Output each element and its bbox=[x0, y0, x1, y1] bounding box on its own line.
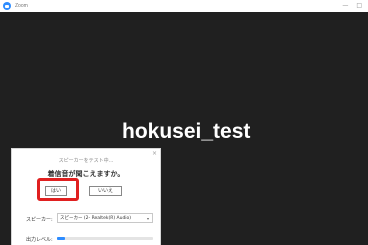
window-controls: — □ bbox=[342, 1, 362, 11]
yes-button[interactable]: はい bbox=[45, 186, 67, 196]
participant-name: hokusei_test bbox=[122, 120, 251, 143]
no-button[interactable]: いいえ bbox=[89, 186, 122, 196]
speaker-label: スピーカー: bbox=[26, 217, 53, 223]
ringtone-question: 着信音が聞こえますか。 bbox=[47, 170, 125, 178]
close-icon[interactable]: × bbox=[152, 150, 157, 157]
window-title: Zoom bbox=[15, 3, 28, 9]
maximize-button[interactable]: □ bbox=[356, 1, 362, 11]
zoom-logo-icon bbox=[3, 2, 11, 10]
minimize-button[interactable]: — bbox=[342, 1, 348, 11]
window-titlebar: Zoom — □ bbox=[0, 0, 368, 12]
output-level-label: 出力レベル: bbox=[26, 237, 53, 243]
speaker-select-value: スピーカー (2- Realtek(R) Audio) bbox=[60, 216, 132, 221]
chevron-down-icon: ▾ bbox=[146, 216, 149, 221]
output-level-fill bbox=[57, 237, 65, 240]
speaker-test-status: スピーカーをテスト中... bbox=[58, 158, 114, 164]
output-level-meter bbox=[57, 237, 153, 240]
speaker-select[interactable]: スピーカー (2- Realtek(R) Audio) ▾ bbox=[57, 213, 153, 223]
speaker-test-dialog: × スピーカーをテスト中... 着信音が聞こえますか。 はい いいえ スピーカー… bbox=[11, 148, 161, 245]
